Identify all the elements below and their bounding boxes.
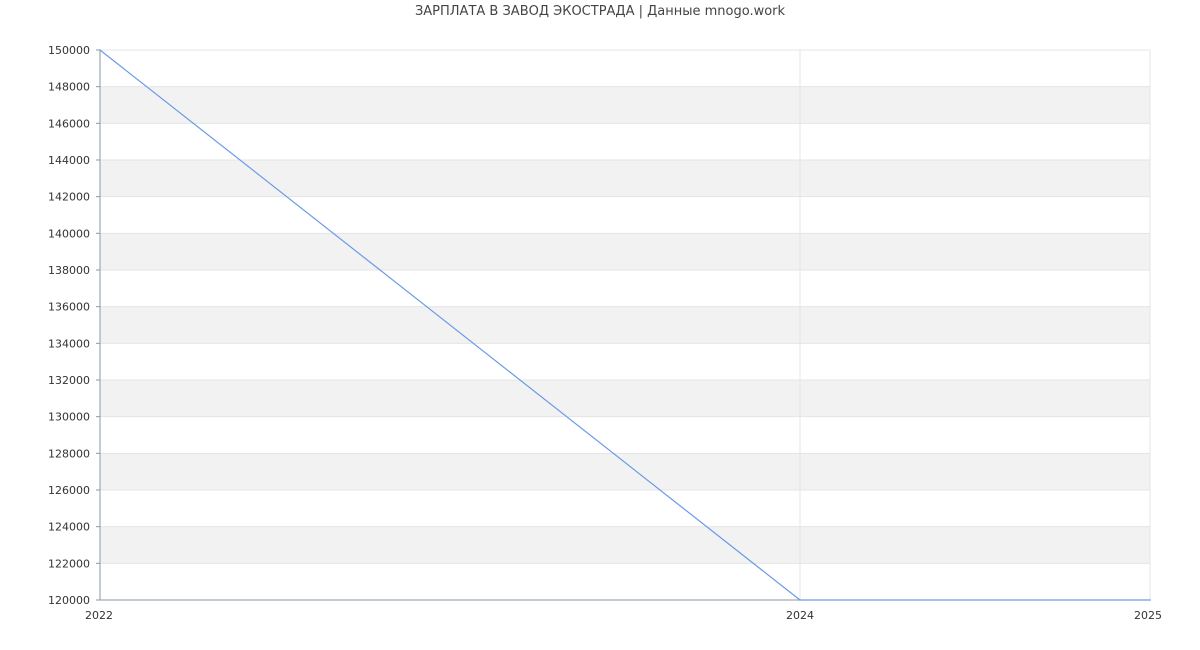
- background-band: [100, 50, 1150, 87]
- background-band: [100, 123, 1150, 160]
- background-band: [100, 526, 1150, 564]
- data-point: [799, 599, 801, 601]
- background-bands: [100, 50, 1150, 600]
- background-band: [100, 343, 1150, 380]
- y-tick-label: 128000: [48, 447, 90, 460]
- y-tick-label: 136000: [48, 301, 90, 314]
- background-band: [100, 563, 1150, 600]
- y-tick-label: 122000: [48, 557, 90, 570]
- y-tick-label: 138000: [48, 264, 90, 277]
- background-band: [100, 416, 1150, 454]
- background-band: [100, 160, 1150, 197]
- background-band: [100, 306, 1150, 344]
- background-band: [100, 380, 1150, 417]
- line-chart: 120000 122000 124000 126000 128000 130000 1320…: [48, 44, 1162, 622]
- x-axis-tick-labels: 2022 2024 2025: [85, 609, 1162, 622]
- y-tick-label: 124000: [48, 521, 90, 534]
- y-tick-label: 134000: [48, 337, 90, 350]
- background-band: [100, 453, 1150, 490]
- background-band: [100, 490, 1150, 527]
- background-band: [100, 86, 1150, 124]
- y-tick-label: 132000: [48, 374, 90, 387]
- y-tick-label: 140000: [48, 227, 90, 240]
- y-tick-label: 150000: [48, 44, 90, 57]
- background-band: [100, 196, 1150, 234]
- y-axis-tick-labels: 120000 122000 124000 126000 128000 130000 1320…: [48, 44, 90, 607]
- x-tick-label: 2024: [786, 609, 814, 622]
- y-tick-label: 148000: [48, 81, 90, 94]
- y-tick-label: 144000: [48, 154, 90, 167]
- data-point: [1149, 599, 1151, 601]
- y-tick-label: 126000: [48, 484, 90, 497]
- x-tick-label: 2025: [1134, 609, 1162, 622]
- y-tick-label: 120000: [48, 594, 90, 607]
- y-tick-label: 130000: [48, 411, 90, 424]
- x-tick-label: 2022: [85, 609, 113, 622]
- background-band: [100, 233, 1150, 270]
- y-tick-label: 142000: [48, 191, 90, 204]
- data-point: [99, 49, 101, 51]
- y-tick-label: 146000: [48, 117, 90, 130]
- background-band: [100, 270, 1150, 307]
